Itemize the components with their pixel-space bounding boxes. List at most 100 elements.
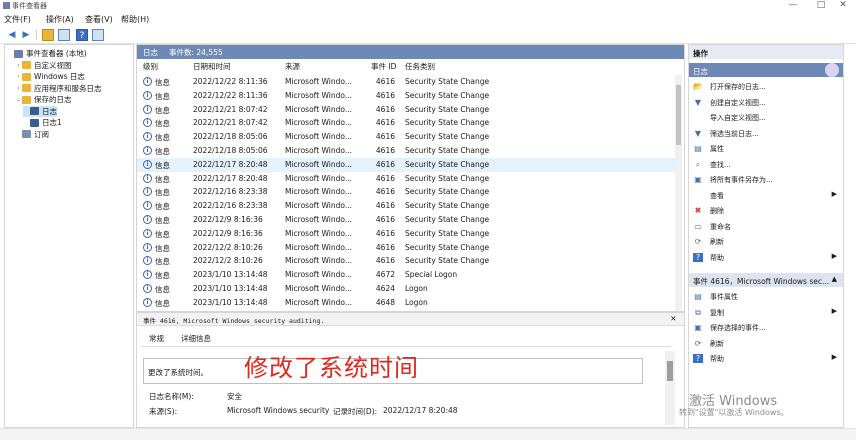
show-action-pane-icon[interactable] [92,29,104,41]
action-item[interactable]: ▣ 将所有事件另存为... [689,172,843,187]
info-level-icon: i [143,215,152,224]
back-icon[interactable]: ◀ [6,29,18,41]
action-item-label: 查找... [710,160,731,169]
info-level-icon: i [143,242,152,252]
event-row[interactable]: i 信息 2022/12/22 8:11:36 Microsoft Windo... 4… [137,89,675,103]
actions-header: 操作 [689,45,843,59]
collapse-icon[interactable] [825,63,839,77]
tree-node[interactable]: ⌄ 保存的日志 [15,94,72,105]
forward-icon[interactable]: ▶ [20,29,32,41]
event-row[interactable]: i 信息 2022/12/17 8:20:48 Microsoft Windo... 4… [137,157,675,172]
action-item[interactable]: 查看 ▶ [689,188,843,203]
column-header-level[interactable]: 级别 [143,61,158,73]
event-source: Microsoft Windo... [285,159,352,169]
event-row[interactable]: i 信息 2022/12/17 8:20:48 Microsoft Windo... 4… [137,172,675,186]
event-row[interactable]: i 信息 2022/12/18 8:05:06 Microsoft Windo... 4… [137,144,675,158]
tree-node[interactable]: 日志1 [23,117,62,128]
event-task-category: Security State Change [405,173,490,183]
tree-node[interactable]: › 应用程序和服务日志 [15,83,102,94]
menu-view[interactable]: 查看(V) [85,14,113,25]
event-row[interactable]: i 信息 2023/1/10 13:14:48 Microsoft Windo... 4… [137,282,675,296]
show-hide-tree-icon[interactable] [58,29,70,41]
column-header-source[interactable]: 来源 [285,61,300,73]
action-item[interactable]: ? 帮助 ▶ [689,250,843,265]
action-item[interactable]: ⧉ 复制 ▶ [689,305,843,320]
event-row[interactable]: i 信息 2022/12/21 8:07:42 Microsoft Windo... 4… [137,103,675,117]
event-row[interactable]: i 信息 2022/12/2 8:10:26 Microsoft Windo... 46… [137,254,675,268]
list-scrollbar[interactable] [675,75,682,311]
minimize-button[interactable]: — [780,0,806,12]
column-header-task-category[interactable]: 任务类别 [405,61,435,73]
status-bar [0,428,856,440]
expand-toggle-icon[interactable]: › [15,85,22,92]
column-header-event-id[interactable]: 事件 ID [371,61,396,73]
action-item[interactable]: ▼ 创建自定义视图... [689,95,843,110]
refresh-icon: ⟳ [694,237,702,246]
menu-help[interactable]: 帮助(H) [121,14,149,25]
delete-icon: ✖ [694,206,702,215]
expand-toggle-icon[interactable]: ⌄ [15,96,22,103]
expand-toggle-icon[interactable]: › [15,73,22,80]
event-source: Microsoft Windo... [285,284,352,293]
event-row[interactable]: i 信息 2022/12/18 8:05:06 Microsoft Windo... 4… [137,130,675,144]
tree-node[interactable]: 事件查看器 (本地) [7,48,87,59]
detail-scrollbar-thumb[interactable] [667,361,673,381]
activation-watermark-hint: 转到"设置"以激活 Windows。 [679,408,789,417]
actions-section-log[interactable]: 日志 [689,63,843,77]
tree-node-label: 应用程序和服务日志 [34,83,102,93]
menu-file[interactable]: 文件(F) [4,14,31,25]
event-level: 信息 [155,105,170,115]
actions-pane: 操作 日志 📂 打开保存的日志... ▼ 创建自定义视图... 导入自定义视图... ▼ 筛… [688,44,844,428]
rename-icon: ▭ [694,221,702,231]
help-icon[interactable]: ? [76,29,88,41]
collapse-up-icon[interactable]: ▲ [832,275,837,283]
event-source: Microsoft Windo... [285,270,352,280]
event-row[interactable]: i 信息 2022/12/9 8:16:36 Microsoft Windo... 46… [137,227,675,241]
event-task-category: Logon [405,297,428,307]
action-item[interactable]: ? 帮助 ▶ [689,351,843,366]
detail-close-icon[interactable]: ✕ [671,314,676,324]
event-row[interactable]: i 信息 2022/12/16 8:23:38 Microsoft Windo... 4… [137,185,675,199]
tree-node[interactable]: › Windows 日志 [15,71,85,82]
event-row[interactable]: i 信息 2023/1/10 13:14:48 Microsoft Windo... 4… [137,296,675,310]
event-row[interactable]: i 信息 2022/12/9 8:16:36 Microsoft Windo... 46… [137,213,675,227]
action-item[interactable]: ⟳ 刷新 [689,234,843,249]
tab-general[interactable]: 常规 [149,333,164,344]
event-row[interactable]: i 信息 2022/12/16 8:23:38 Microsoft Windo... 4… [137,199,675,213]
tree-node[interactable]: 日志 [23,105,57,117]
refresh-icon: ⟳ [694,338,702,348]
actions-section-event[interactable]: 事件 4616，Microsoft Windows sec... ▲ [689,273,843,287]
tree-node-label: 事件查看器 (本地) [26,49,87,58]
action-item[interactable]: ▭ 重命名 [689,219,843,234]
detail-scrollbar[interactable] [665,351,675,425]
event-row[interactable]: i 信息 2023/1/10 13:14:48 Microsoft Windo... 4… [137,268,675,282]
menu-action[interactable]: 操作(A) [46,14,74,25]
event-datetime: 2023/1/10 13:14:48 [193,270,268,280]
info-level-icon: i [143,187,152,197]
column-header-datetime[interactable]: 日期和时间 [193,61,231,73]
action-item[interactable]: ⟳ 刷新 [689,336,843,351]
expand-toggle-icon[interactable]: › [15,62,22,69]
tree-node[interactable]: › 自定义视图 [15,60,71,71]
action-item[interactable]: 导入自定义视图... [689,110,843,125]
event-row[interactable]: i 信息 2022/12/21 8:07:42 Microsoft Windo... 4… [137,116,675,130]
event-row[interactable]: i 信息 2022/12/2 8:10:26 Microsoft Windo... 46… [137,241,675,255]
action-item[interactable]: 📂 打开保存的日志... [689,79,843,94]
action-item[interactable]: ✖ 删除 [689,203,843,218]
event-task-category: Security State Change [405,77,490,86]
log-name-value: 安全 [227,392,242,401]
tree-node[interactable]: 订阅 [15,129,49,140]
action-item[interactable]: ▼ 筛选当前日志... [689,126,843,141]
tab-details[interactable]: 详细信息 [181,333,211,344]
event-row[interactable]: i 信息 2022/12/22 8:11:36 Microsoft Windo... 4… [137,75,675,89]
action-item[interactable]: ⌕ 查找... [689,157,843,172]
folder-up-icon[interactable] [42,29,54,41]
close-button[interactable]: ✕ [830,0,856,12]
help-icon: ? [693,252,703,262]
list-scrollbar-thumb[interactable] [676,85,681,145]
event-level: 信息 [155,298,170,308]
action-item[interactable]: ▤ 属性 [689,141,843,156]
action-item[interactable]: ▣ 保存选择的事件... [689,320,843,335]
action-item[interactable]: ▤ 事件属性 [689,289,843,304]
open-icon: 📂 [693,82,703,91]
